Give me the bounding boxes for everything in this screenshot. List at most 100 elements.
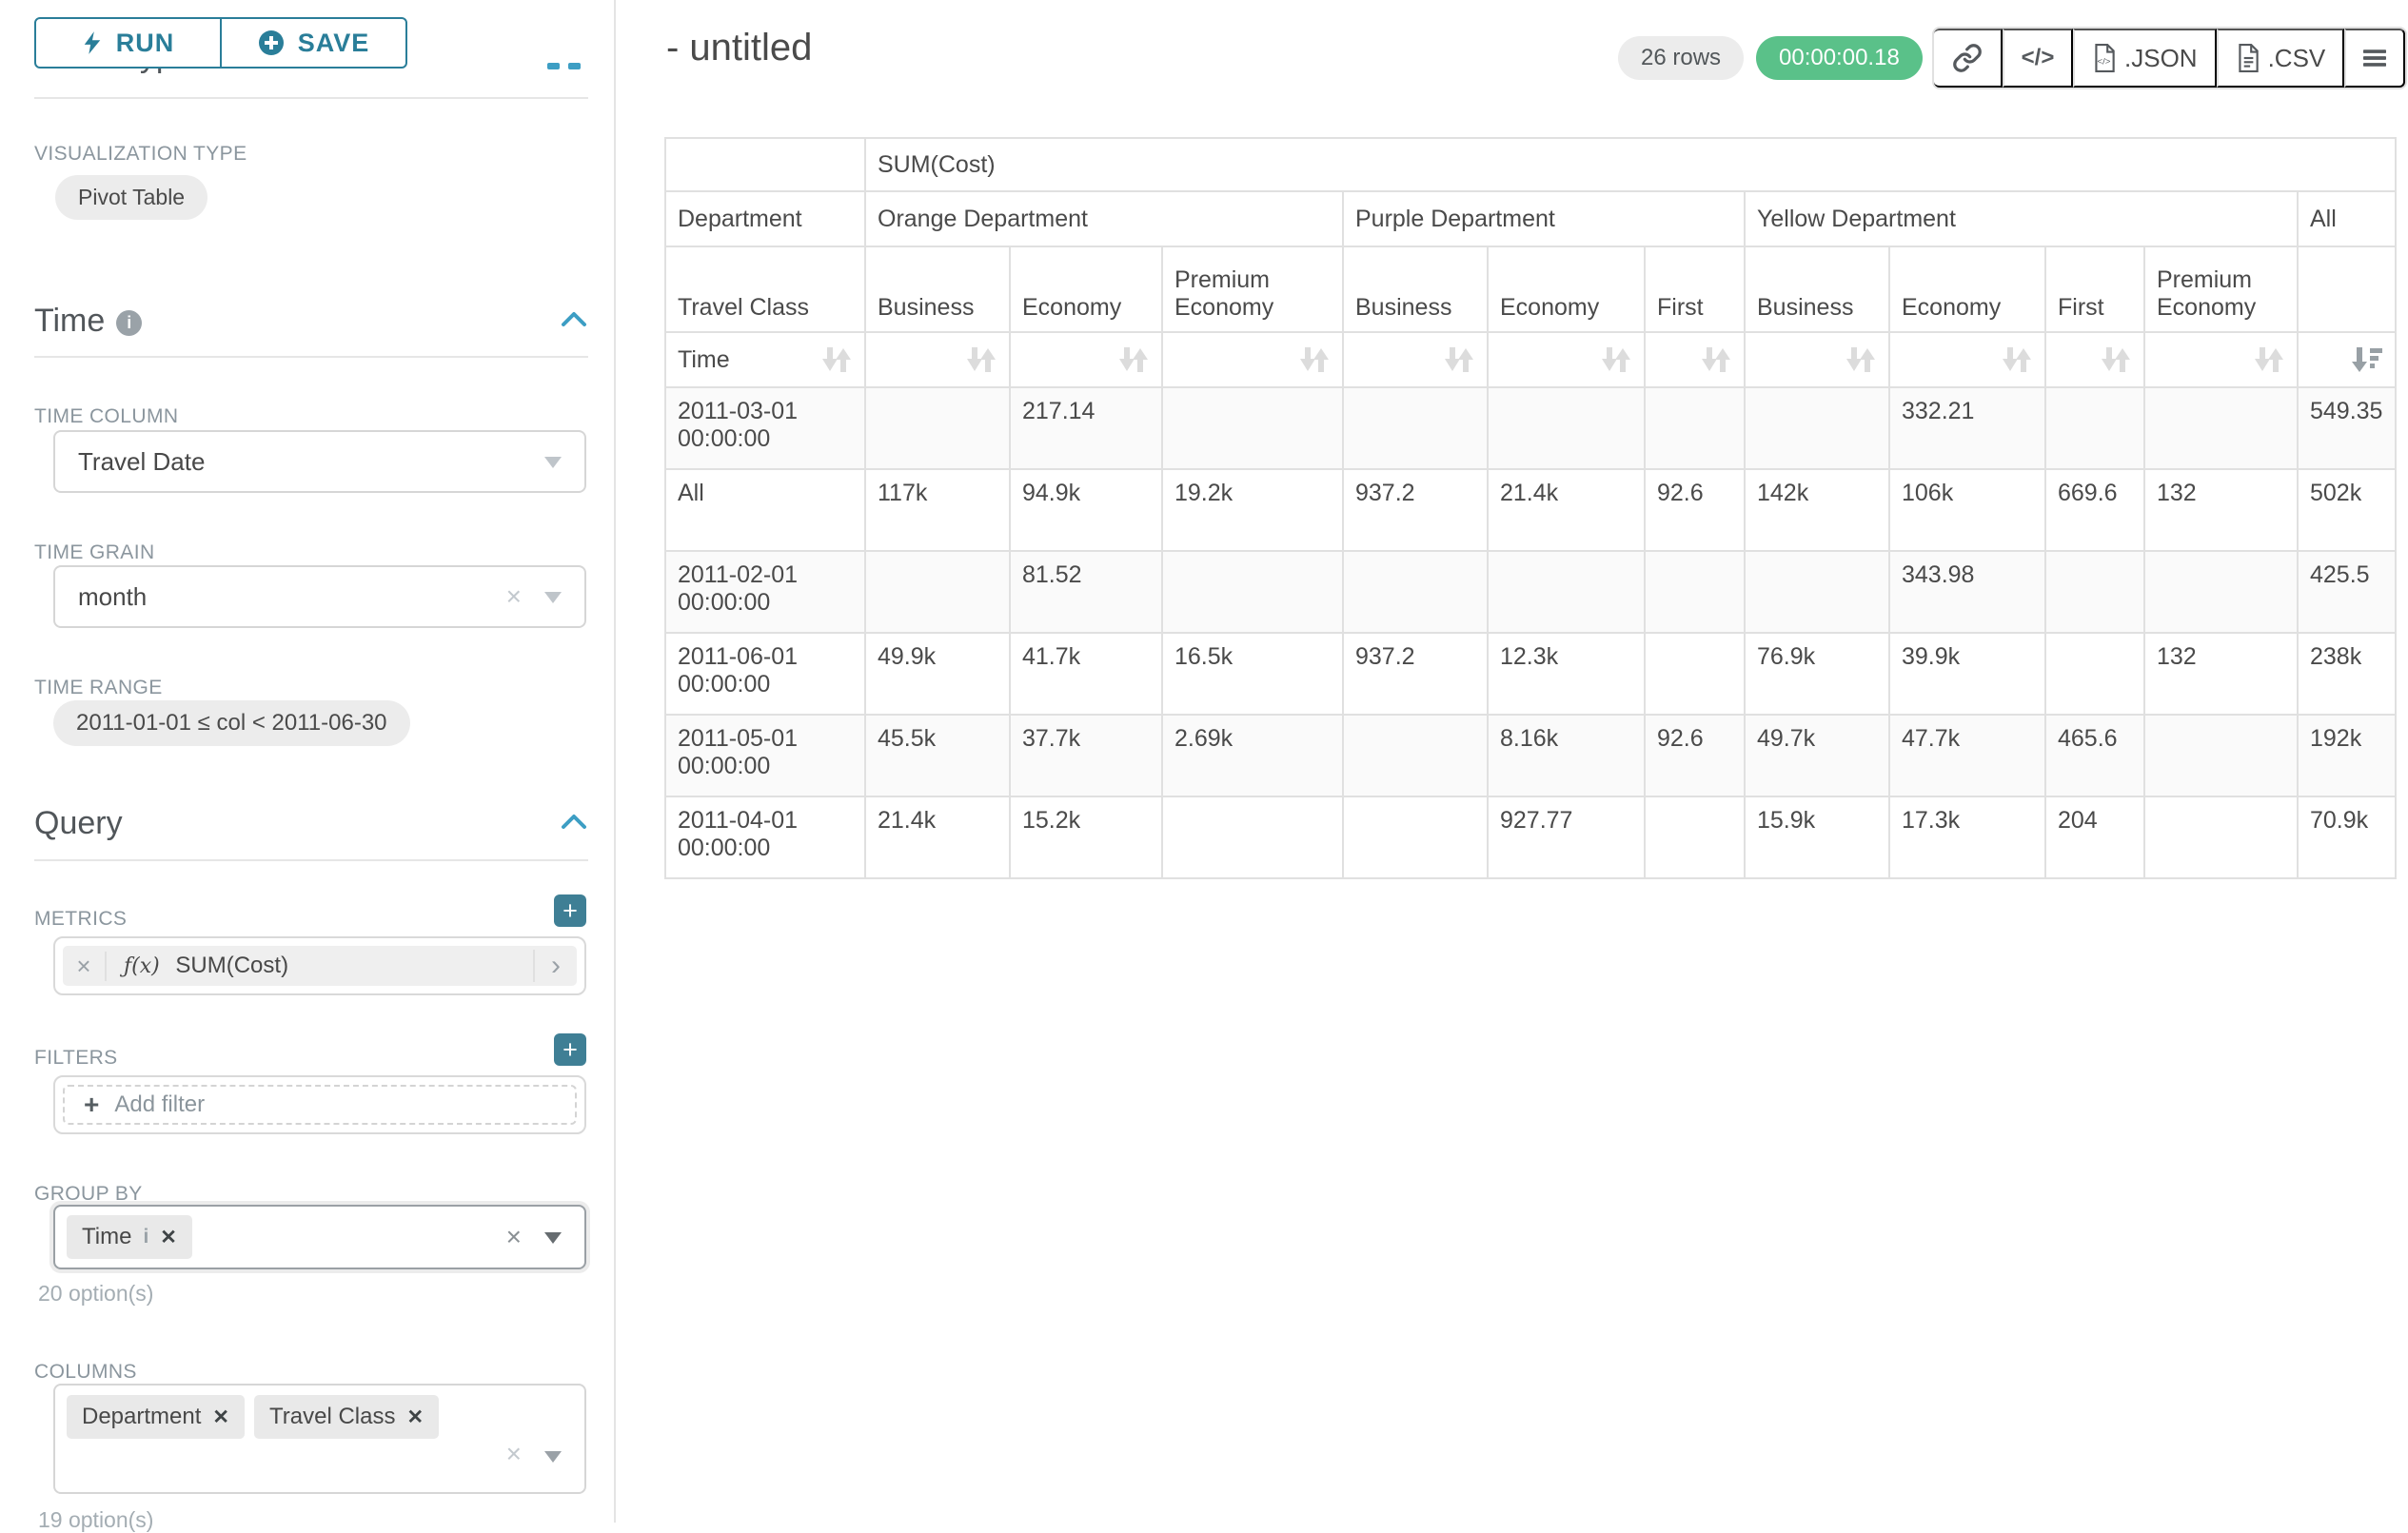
time-grain-select[interactable]: month × <box>53 565 586 628</box>
clear-icon[interactable]: × <box>506 1441 522 1467</box>
value-cell <box>2144 715 2298 796</box>
row-header: 2011-06-01 00:00:00 <box>665 633 865 715</box>
share-link-button[interactable] <box>1934 29 2003 88</box>
time-range-pill[interactable]: 2011-01-01 ≤ col < 2011-06-30 <box>53 700 410 746</box>
collapse-time-section-button[interactable] <box>561 310 587 332</box>
sort-header[interactable] <box>1745 332 1889 387</box>
value-cell: 17.3k <box>1889 796 2045 878</box>
svg-text:</>: </> <box>2098 56 2111 67</box>
add-filter-dropzone[interactable]: + Add filter <box>63 1085 577 1125</box>
remove-icon[interactable]: ✕ <box>212 1405 229 1429</box>
save-button[interactable]: SAVE <box>220 17 407 69</box>
value-cell: 117k <box>865 469 1010 551</box>
row-header: 2011-05-01 00:00:00 <box>665 715 865 796</box>
group-by-select[interactable]: Time i ✕ × <box>53 1205 586 1269</box>
sort-header[interactable] <box>1645 332 1745 387</box>
table-row: 2011-06-01 00:00:0049.9k41.7k16.5k937.21… <box>665 633 2396 715</box>
menu-button[interactable] <box>2344 29 2405 88</box>
metric-remove-icon[interactable]: × <box>63 952 107 981</box>
group-by-pill: Time i ✕ <box>67 1215 192 1259</box>
columns-pill: Travel Class ✕ <box>254 1395 439 1439</box>
metric-expand-icon[interactable]: › <box>533 950 577 982</box>
remove-icon[interactable]: ✕ <box>160 1226 177 1249</box>
value-cell <box>2045 633 2144 715</box>
sort-header[interactable] <box>1343 332 1488 387</box>
value-cell <box>2045 387 2144 469</box>
row-header: 2011-04-01 00:00:00 <box>665 796 865 878</box>
clipped-control-icon <box>568 63 581 69</box>
value-cell <box>1645 387 1745 469</box>
value-cell: 425.5 <box>2298 551 2396 633</box>
value-cell: 204 <box>2045 796 2144 878</box>
table-row: 2011-03-01 00:00:00217.14332.21549.35 <box>665 387 2396 469</box>
value-cell: 21.4k <box>865 796 1010 878</box>
sort-header[interactable] <box>1889 332 2045 387</box>
export-json-button[interactable]: </> .JSON <box>2073 29 2217 88</box>
plus-icon: + <box>84 1090 99 1120</box>
row-dimension-header: Department <box>665 191 865 246</box>
divider <box>34 859 588 861</box>
time-section-heading: Timei <box>34 303 142 340</box>
sort-header[interactable]: Time <box>665 332 865 387</box>
time-column-select[interactable]: Travel Date <box>53 430 586 493</box>
group-header: Yellow Department <box>1745 191 2298 246</box>
sort-header[interactable] <box>1162 332 1343 387</box>
value-cell <box>2144 551 2298 633</box>
metric-pill[interactable]: × ƒ(x) SUM(Cost) › <box>63 946 577 986</box>
sort-header[interactable] <box>1488 332 1645 387</box>
value-cell: 92.6 <box>1645 715 1745 796</box>
leaf-column-header: First <box>2045 246 2144 332</box>
visualization-type-pill[interactable]: Pivot Table <box>55 175 207 220</box>
chevron-down-icon <box>544 592 562 603</box>
value-cell: 76.9k <box>1745 633 1889 715</box>
value-cell <box>1343 796 1488 878</box>
value-cell: 49.7k <box>1745 715 1889 796</box>
run-button[interactable]: RUN <box>34 17 222 69</box>
add-metric-button[interactable]: + <box>554 894 586 927</box>
sort-header[interactable] <box>2045 332 2144 387</box>
remove-icon[interactable]: ✕ <box>406 1405 424 1429</box>
value-cell <box>2144 796 2298 878</box>
value-cell: 45.5k <box>865 715 1010 796</box>
sort-header[interactable] <box>2144 332 2298 387</box>
chevron-down-icon <box>544 457 562 468</box>
sort-icon <box>965 345 997 374</box>
export-csv-button[interactable]: .CSV <box>2217 29 2345 88</box>
sort-header[interactable] <box>1010 332 1162 387</box>
add-filter-button[interactable]: + <box>554 1033 586 1066</box>
control-panel: Chart Type RUN SAVE VISUALIZATION TYPE P… <box>0 0 616 1523</box>
leaf-column-header: Premium Economy <box>1162 246 1343 332</box>
collapse-query-section-button[interactable] <box>561 813 587 835</box>
info-icon: i <box>116 310 142 336</box>
leaf-column-header: Premium Economy <box>2144 246 2298 332</box>
group-by-options-hint: 20 option(s) <box>38 1281 153 1307</box>
value-cell: 217.14 <box>1010 387 1162 469</box>
time-range-label: TIME RANGE <box>34 677 163 699</box>
chevron-up-icon <box>561 813 587 830</box>
sort-icon <box>1700 345 1732 374</box>
clear-icon[interactable]: × <box>506 583 522 610</box>
hamburger-icon <box>2363 47 2386 69</box>
row-dimension-header: Travel Class <box>665 246 865 332</box>
metrics-label: METRICS <box>34 908 127 931</box>
leaf-column-header: Business <box>865 246 1010 332</box>
value-cell: 669.6 <box>2045 469 2144 551</box>
filters-box: + Add filter <box>53 1075 586 1134</box>
clear-icon[interactable]: × <box>506 1224 522 1250</box>
chevron-down-icon <box>544 1232 562 1244</box>
leaf-column-header: Economy <box>1488 246 1645 332</box>
filters-label: FILTERS <box>34 1047 118 1070</box>
value-cell <box>865 387 1010 469</box>
value-cell: 2.69k <box>1162 715 1343 796</box>
query-time-badge: 00:00:00.18 <box>1756 36 1923 80</box>
value-cell <box>1745 387 1889 469</box>
sort-header[interactable] <box>865 332 1010 387</box>
sort-header[interactable] <box>2298 332 2396 387</box>
row-header: 2011-03-01 00:00:00 <box>665 387 865 469</box>
value-cell: 238k <box>2298 633 2396 715</box>
code-icon: </> <box>2022 45 2055 71</box>
leaf-column-header: Business <box>1343 246 1488 332</box>
value-cell: 465.6 <box>2045 715 2144 796</box>
embed-code-button[interactable]: </> <box>2003 29 2073 88</box>
columns-select[interactable]: Department ✕ Travel Class ✕ × <box>53 1384 586 1494</box>
